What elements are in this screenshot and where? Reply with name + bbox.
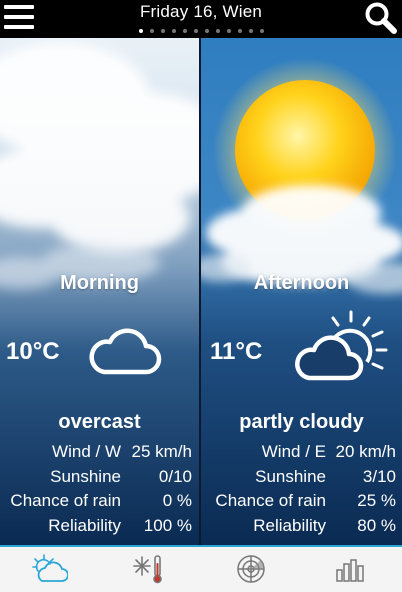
- tab-radar[interactable]: [201, 547, 301, 592]
- forecast-details: Wind / E 20 km/h Sunshine 3/10 Chance of…: [201, 442, 402, 540]
- temperature: 10°C: [6, 338, 60, 365]
- top-bar: Friday 16, Wien: [0, 0, 402, 38]
- stat-value: 0 %: [162, 491, 192, 510]
- page-dot: [171, 29, 176, 33]
- page-dot: [248, 29, 253, 33]
- stat-value: 100 %: [143, 515, 192, 535]
- weather-forecast-icon: [32, 554, 68, 582]
- reliability-row: Reliability 100 %: [0, 516, 199, 541]
- cloud-icon: [89, 328, 162, 375]
- forecast-panels: Morning 10°C overcast Wind / W 25 km/h S…: [0, 38, 402, 545]
- forecast-details: Wind / W 25 km/h Sunshine 0/10 Chance of…: [0, 442, 199, 540]
- condition-label: partly cloudy: [239, 411, 364, 433]
- stat-label: Sunshine: [50, 466, 121, 486]
- rain-chance-row: Chance of rain 25 %: [201, 491, 402, 516]
- stat-value: 25 km/h: [131, 442, 192, 461]
- page-dot: [149, 29, 154, 33]
- stat-label: Wind / W: [52, 442, 121, 461]
- afternoon-panel[interactable]: Afternoon 11°C partly cloudy Wind / E 20…: [201, 38, 402, 545]
- search-icon[interactable]: [364, 1, 398, 35]
- page-dot: [215, 29, 220, 33]
- page-dot: [160, 29, 165, 33]
- period-label: Afternoon: [253, 272, 350, 294]
- bar-chart-icon: [336, 559, 364, 582]
- stat-value: 3/10: [362, 466, 396, 486]
- stat-label: Chance of rain: [215, 491, 326, 510]
- period-label: Morning: [60, 272, 139, 294]
- stat-label: Wind / E: [261, 442, 326, 461]
- stat-label: Reliability: [48, 515, 121, 535]
- page-indicator: [0, 29, 402, 33]
- sunshine-row: Sunshine 3/10: [201, 467, 402, 492]
- morning-panel[interactable]: Morning 10°C overcast Wind / W 25 km/h S…: [0, 38, 199, 545]
- stat-value: 0/10: [158, 466, 192, 486]
- sunshine-row: Sunshine 0/10: [0, 467, 199, 492]
- condition-label: overcast: [58, 411, 141, 433]
- stat-value: 80 %: [357, 515, 396, 535]
- page-dot: [237, 29, 242, 33]
- page-title: Friday 16, Wien: [139, 2, 263, 21]
- tab-forecast[interactable]: [0, 547, 100, 592]
- bottom-tab-bar: [0, 545, 402, 592]
- stat-value: 20 km/h: [335, 442, 396, 461]
- stat-label: Reliability: [253, 515, 326, 535]
- stat-value: 25 %: [357, 491, 396, 510]
- tab-snow-temperature[interactable]: [101, 547, 201, 592]
- partly-cloudy-icon: [295, 310, 388, 381]
- radar-icon: [237, 555, 265, 583]
- stat-label: Chance of rain: [10, 491, 121, 510]
- panel-divider: [199, 38, 201, 545]
- temperature: 11°C: [210, 338, 263, 365]
- snow-thermometer-icon: [133, 555, 162, 584]
- tab-statistics[interactable]: [301, 547, 401, 592]
- reliability-row: Reliability 80 %: [201, 516, 402, 541]
- page-dot: [182, 29, 187, 33]
- rain-chance-row: Chance of rain 0 %: [0, 491, 199, 516]
- wind-row: Wind / E 20 km/h: [201, 442, 402, 467]
- page-dot: [226, 29, 231, 33]
- page-dot: [193, 29, 198, 33]
- page-dot: [138, 29, 143, 33]
- page-dot: [204, 29, 209, 33]
- page-dot: [259, 29, 264, 33]
- stat-label: Sunshine: [255, 466, 326, 486]
- wind-row: Wind / W 25 km/h: [0, 442, 199, 467]
